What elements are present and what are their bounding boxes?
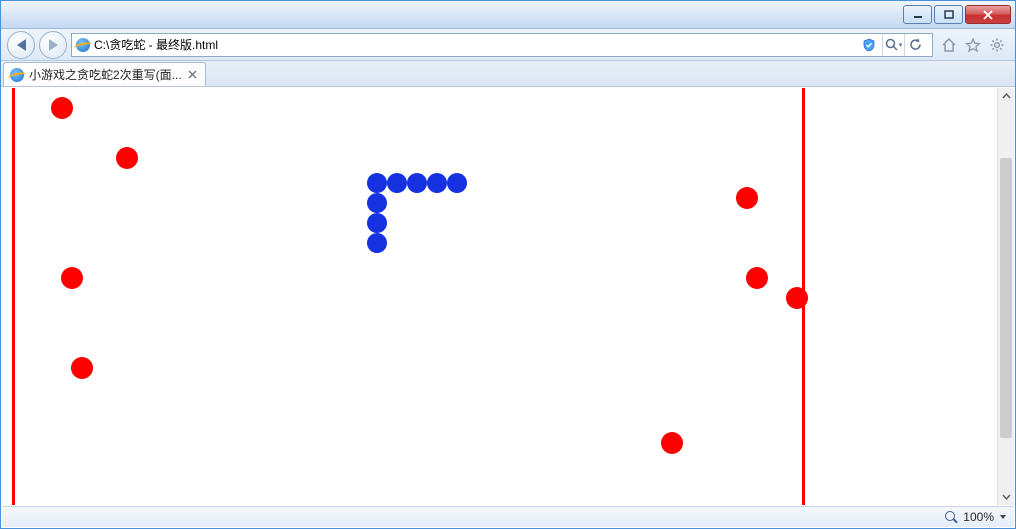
zoom-dropdown[interactable]: [1000, 515, 1006, 519]
scroll-down-button[interactable]: [998, 488, 1014, 505]
search-icon: [885, 38, 898, 51]
back-button[interactable]: [7, 31, 35, 59]
food-dot: [736, 187, 758, 209]
ie-page-icon: [76, 38, 90, 52]
browser-tab[interactable]: 小游戏之贪吃蛇2次重写(面...: [3, 62, 206, 86]
close-icon: [188, 70, 197, 79]
scroll-thumb[interactable]: [1000, 158, 1012, 438]
security-shield-icon[interactable]: [862, 38, 876, 52]
minimize-button[interactable]: [903, 5, 932, 24]
left-wall: [12, 88, 15, 505]
chevron-down-icon: [1002, 492, 1011, 501]
food-dot: [661, 432, 683, 454]
food-dot: [786, 287, 808, 309]
game-canvas[interactable]: [2, 88, 997, 505]
star-icon: [965, 37, 981, 53]
tab-favicon: [10, 68, 24, 82]
toolbar-icons: [937, 37, 1009, 53]
window-titlebar: [1, 1, 1015, 29]
chevron-down-icon: ▾: [899, 41, 903, 49]
home-icon: [941, 37, 957, 53]
zoom-icon: [945, 511, 957, 523]
snake-segment: [407, 173, 427, 193]
address-input[interactable]: [94, 38, 858, 52]
maximize-icon: [944, 10, 954, 20]
maximize-button[interactable]: [934, 5, 963, 24]
window-buttons: [903, 5, 1011, 24]
gear-icon: [989, 37, 1005, 53]
arrow-right-icon: [49, 39, 58, 51]
search-button[interactable]: ▾: [882, 34, 904, 56]
snake-segment: [427, 173, 447, 193]
tools-button[interactable]: [989, 37, 1005, 53]
content-viewport: [2, 88, 1014, 505]
forward-button[interactable]: [39, 31, 67, 59]
minimize-icon: [913, 10, 923, 20]
food-dot: [746, 267, 768, 289]
address-bar: ▾: [71, 33, 933, 57]
refresh-button[interactable]: [904, 34, 926, 56]
close-button[interactable]: [965, 5, 1011, 24]
tab-title: 小游戏之贪吃蛇2次重写(面...: [29, 66, 182, 83]
snake-segment: [367, 173, 387, 193]
snake-segment: [367, 193, 387, 213]
food-dot: [61, 267, 83, 289]
tab-strip: 小游戏之贪吃蛇2次重写(面...: [1, 61, 1015, 87]
scroll-up-button[interactable]: [998, 88, 1014, 105]
address-right-controls: ▾: [862, 34, 928, 56]
food-dot: [71, 357, 93, 379]
snake-segment: [447, 173, 467, 193]
snake-segment: [387, 173, 407, 193]
food-dot: [51, 97, 73, 119]
arrow-left-icon: [17, 39, 26, 51]
food-dot: [116, 147, 138, 169]
zoom-level: 100%: [963, 510, 994, 524]
favorites-button[interactable]: [965, 37, 981, 53]
snake-segment: [367, 233, 387, 253]
close-icon: [983, 10, 993, 20]
status-bar: 100%: [2, 506, 1014, 527]
chevron-up-icon: [1002, 92, 1011, 101]
refresh-icon: [909, 38, 922, 51]
home-button[interactable]: [941, 37, 957, 53]
tab-close-button[interactable]: [187, 69, 199, 81]
snake-segment: [367, 213, 387, 233]
navigation-bar: ▾: [1, 29, 1015, 61]
search-refresh-group: ▾: [882, 34, 926, 56]
vertical-scrollbar[interactable]: [997, 88, 1014, 505]
